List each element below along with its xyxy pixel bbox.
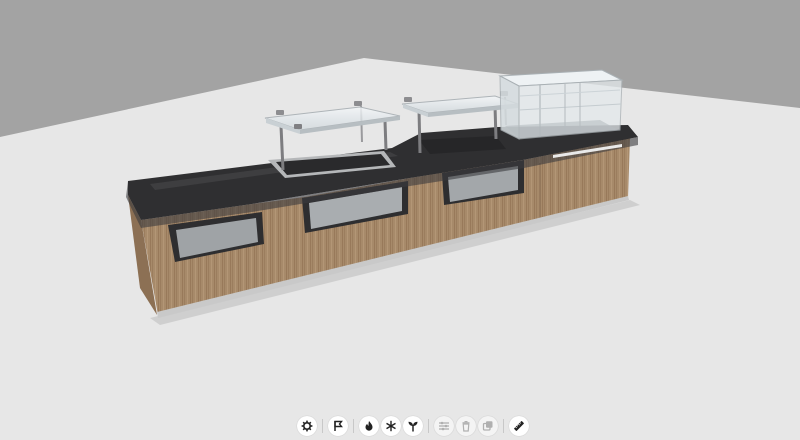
- delete-button[interactable]: [456, 416, 476, 436]
- sliders-icon: [439, 421, 449, 431]
- 3d-viewport[interactable]: [0, 0, 800, 440]
- display-case: [498, 69, 624, 140]
- adjust-button[interactable]: [434, 416, 454, 436]
- flag-button[interactable]: [328, 416, 348, 436]
- measure-button[interactable]: [509, 416, 529, 436]
- gear-icon: [301, 420, 313, 432]
- plant-icon: [408, 421, 418, 432]
- heating-button[interactable]: [359, 416, 379, 436]
- toolbar-separator: [428, 419, 429, 433]
- plant-button[interactable]: [403, 416, 423, 436]
- toolbar-separator: [353, 419, 354, 433]
- duplicate-button[interactable]: [478, 416, 498, 436]
- bottom-toolbar: [297, 413, 529, 439]
- snowflake-icon: [386, 420, 396, 432]
- trash-icon: [462, 421, 470, 432]
- ruler-icon: [514, 421, 524, 431]
- toolbar-separator: [503, 419, 504, 433]
- duplicate-icon: [482, 421, 493, 431]
- settings-button[interactable]: [297, 416, 317, 436]
- toolbar-separator: [322, 419, 323, 433]
- flame-icon: [365, 421, 373, 431]
- flag-icon: [334, 420, 343, 431]
- cooling-button[interactable]: [381, 416, 401, 436]
